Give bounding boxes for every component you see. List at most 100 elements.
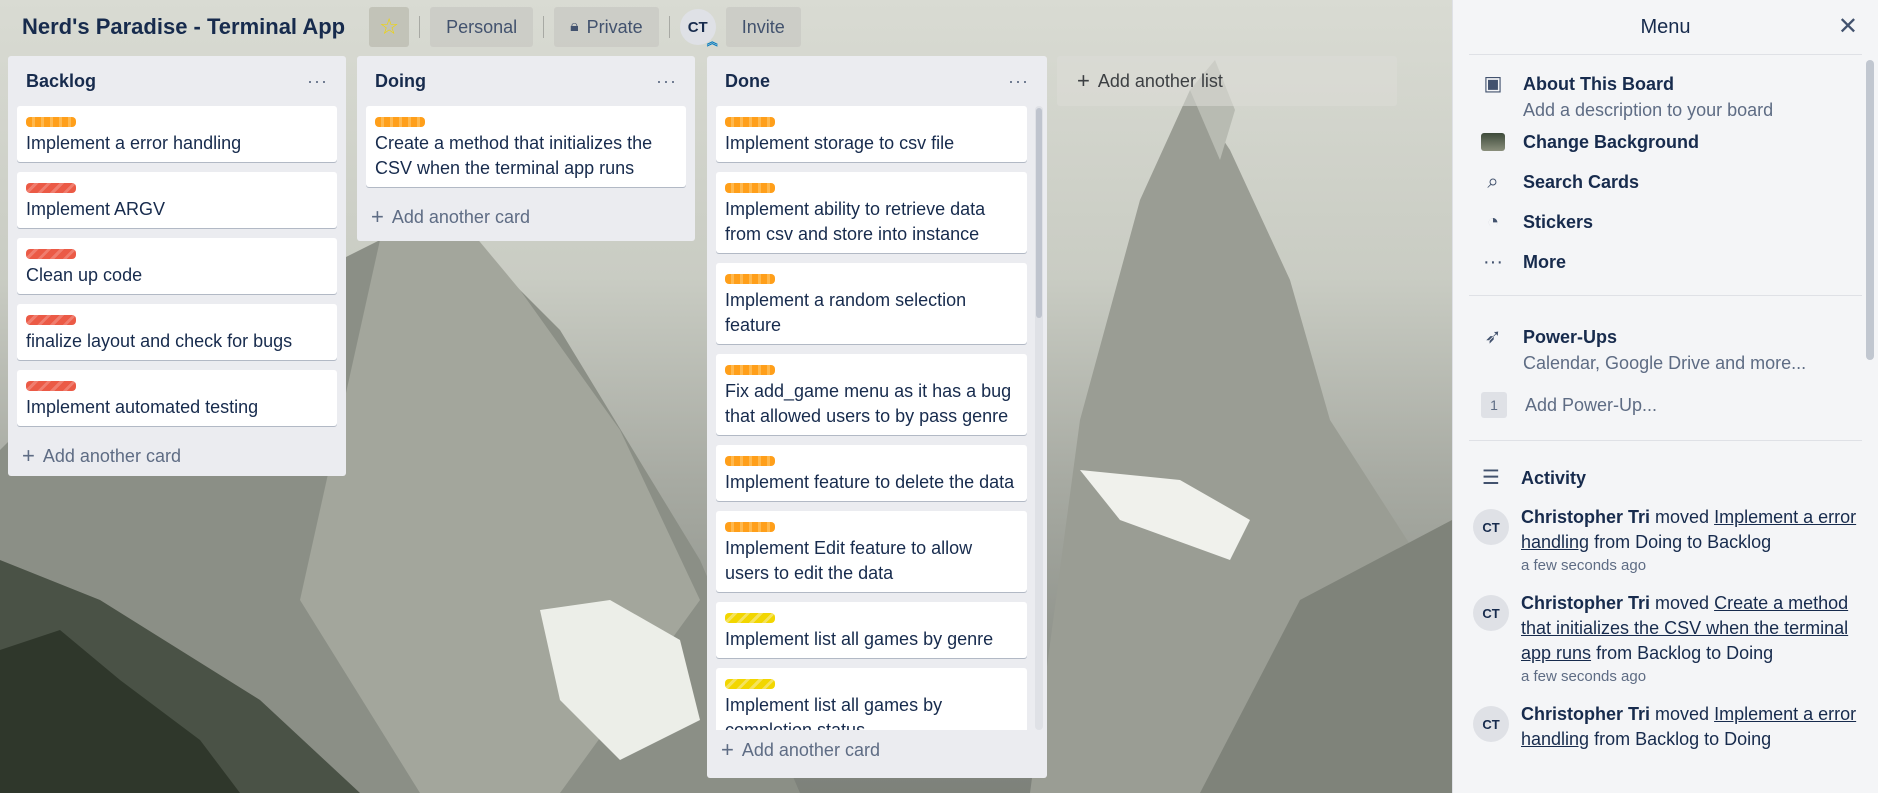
list-done: Done ··· Implement storage to csv file I… [707,56,1047,778]
card[interactable]: Implement list all games by genre [716,602,1027,658]
card[interactable]: Implement a error handling [17,106,337,162]
private-button[interactable]: 🔒︎ Private [554,7,659,47]
list-title[interactable]: Doing [375,71,426,92]
add-card-button[interactable]: + Add another card [357,197,695,237]
menu-item-powerups[interactable]: ➶ Power-Ups Calendar, Google Drive and m… [1453,322,1878,374]
card[interactable]: Create a method that initializes the CSV… [366,106,686,187]
card-label[interactable] [375,117,425,127]
activity-text: Christopher Tri moved Implement a error … [1521,702,1861,752]
card-title: Clean up code [26,265,143,285]
rocket-icon: ➶ [1484,326,1502,348]
card[interactable]: Clean up code [17,238,337,294]
about-subtitle: Add a description to your board [1523,100,1774,120]
card-label[interactable] [725,274,775,284]
close-icon[interactable]: ✕ [1838,12,1858,41]
avatar-initials: CT [687,18,708,36]
card-label[interactable] [725,117,775,127]
card[interactable]: Fix add_game menu as it has a bug that a… [716,354,1027,435]
menu-item-change-background[interactable]: Change Background [1453,127,1878,157]
menu-title: Menu [1640,15,1691,38]
card-label[interactable] [26,117,76,127]
card[interactable]: Implement Edit feature to allow users to… [716,511,1027,592]
activity-entry: CT Christopher Tri moved Implement a err… [1453,505,1878,577]
personal-button[interactable]: Personal [430,7,534,47]
card[interactable]: Implement a random selection feature [716,263,1027,344]
more-label: More [1523,252,1567,272]
avatar[interactable]: CT [1473,706,1509,742]
activity-user[interactable]: Christopher Tri [1521,593,1650,613]
board-icon: ▣ [1483,73,1503,95]
add-card-label: Add another card [741,739,880,760]
list-title[interactable]: Backlog [26,71,96,92]
card[interactable]: finalize layout and check for bugs [17,304,337,360]
avatar[interactable]: CT [1473,509,1509,545]
card-label[interactable] [26,249,76,259]
more-icon: ··· [1483,251,1503,273]
card-label[interactable] [725,456,775,466]
list-scrollbar-thumb[interactable] [1036,108,1042,318]
card[interactable]: Implement automated testing [17,370,337,426]
private-label: Private [586,16,643,37]
add-list-button[interactable]: + Add another list [1057,56,1397,106]
list-menu-icon[interactable]: ··· [1008,71,1029,92]
menu-header: Menu ✕ [1453,0,1878,54]
list-menu-icon[interactable]: ··· [307,71,328,92]
menu-item-stickers[interactable]: ◔ Stickers [1453,207,1878,237]
card-label[interactable] [725,365,775,375]
card-title: Create a method that initializes the CSV… [375,133,653,178]
card-label[interactable] [725,522,775,532]
background-thumbnail-icon [1481,127,1505,151]
invite-label: Invite [741,16,785,37]
invite-button[interactable]: Invite [725,7,801,47]
activity-user[interactable]: Christopher Tri [1521,507,1650,527]
activity-text: Christopher Tri moved Create a method th… [1521,591,1861,666]
board-title[interactable]: Nerd's Paradise - Terminal App [22,10,345,44]
plus-icon: + [1077,68,1090,93]
star-icon: ☆ [379,14,399,39]
activity-detail: from Backlog to Doing [1594,729,1772,749]
header-divider [668,16,670,38]
card[interactable]: Implement ability to retrieve data from … [716,172,1027,253]
list-title[interactable]: Done [725,71,770,92]
list-backlog: Backlog ··· Implement a error handling I… [8,56,346,476]
card-label[interactable] [725,613,775,623]
card-label[interactable] [26,381,76,391]
add-card-label: Add another card [42,445,181,466]
list-menu-icon[interactable]: ··· [656,71,677,92]
header-divider [419,16,421,38]
activity-detail: from Backlog to Doing [1596,643,1774,663]
avatar[interactable]: CT [1473,595,1509,631]
card-label[interactable] [26,183,76,193]
add-powerup-button[interactable]: 1 Add Power-Up... [1453,390,1878,420]
activity-title: Activity [1521,468,1587,488]
card-title: Implement Edit feature to allow users to… [725,538,973,583]
star-button[interactable]: ☆ [369,7,410,47]
menu-item-about[interactable]: ▣ About This Board Add a description to … [1453,69,1878,121]
card-label[interactable] [725,183,775,193]
card-label[interactable] [725,679,775,689]
add-card-button[interactable]: + Add another card [8,436,346,476]
card-label[interactable] [26,315,76,325]
activity-entry: CT Christopher Tri moved Create a method… [1453,591,1878,688]
card-title: Implement storage to csv file [725,133,955,153]
card-title: Implement ARGV [26,199,166,219]
menu-item-search-cards[interactable]: ⌕ Search Cards [1453,167,1878,197]
activity-entry: CT Christopher Tri moved Implement a err… [1453,702,1878,752]
card[interactable]: Implement list all games by completion s… [716,668,1027,730]
add-card-button[interactable]: + Add another card [707,730,1047,770]
admin-chevron-icon: ︽ [706,36,718,48]
card[interactable]: Implement ARGV [17,172,337,228]
personal-label: Personal [446,16,518,37]
activity-time[interactable]: a few seconds ago [1521,666,1861,688]
member-avatar[interactable]: CT ︽ [679,9,718,48]
card[interactable]: Implement storage to csv file [716,106,1027,162]
activity-time[interactable]: a few seconds ago [1521,555,1861,577]
activity-action: moved [1655,704,1710,724]
change-background-label: Change Background [1523,132,1700,152]
activity-user[interactable]: Christopher Tri [1521,704,1650,724]
menu-item-more[interactable]: ··· More [1453,247,1878,277]
about-title: About This Board [1523,74,1674,94]
card[interactable]: Implement feature to delete the data [716,445,1027,501]
menu-scrollbar[interactable] [1866,60,1874,360]
card-title: Fix add_game menu as it has a bug that a… [725,381,1012,426]
